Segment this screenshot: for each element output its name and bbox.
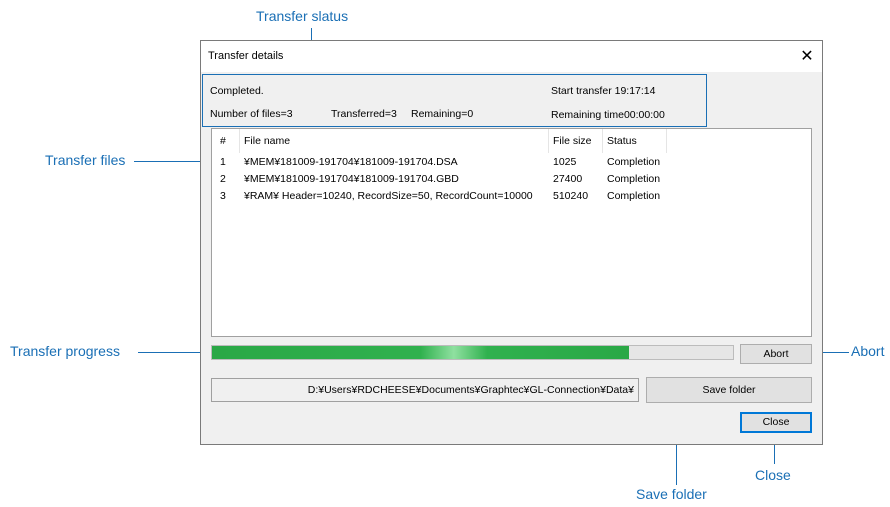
column-header-file-name[interactable]: File name <box>240 129 549 153</box>
transfer-files-list[interactable]: # File name File size Status 1 ¥MEM¥1810… <box>211 128 812 337</box>
callout-transfer-files: Transfer files <box>45 152 126 168</box>
status-number-of-files: Number of files=3 <box>210 108 293 120</box>
status-start-transfer: Start transfer 19:17:14 <box>551 85 656 97</box>
column-header-num[interactable]: # <box>216 129 240 153</box>
row-num: 1 <box>220 156 226 168</box>
save-folder-button[interactable]: Save folder <box>646 377 812 403</box>
callout-close: Close <box>755 467 791 483</box>
row-file-size: 27400 <box>553 173 583 185</box>
title-bar[interactable]: Transfer details ✕ <box>201 41 822 72</box>
callout-save-folder: Save folder <box>636 486 707 502</box>
close-icon[interactable]: ✕ <box>792 41 822 72</box>
transfer-progress-bar <box>211 345 734 360</box>
progress-fill <box>212 346 629 359</box>
row-file-name: ¥MEM¥181009-191704¥181009-191704.GBD <box>244 173 459 185</box>
row-file-name: ¥MEM¥181009-191704¥181009-191704.DSA <box>244 156 458 168</box>
row-status: Completion <box>607 156 661 168</box>
transfer-details-dialog: Transfer details ✕ Completed. Start tran… <box>200 40 823 445</box>
callout-abort: Abort <box>851 343 885 359</box>
status-remaining: Remaining=0 <box>411 108 474 120</box>
column-header-file-size[interactable]: File size <box>549 129 603 153</box>
column-header-status[interactable]: Status <box>603 129 667 153</box>
save-path-field: D:¥Users¥RDCHEESE¥Documents¥Graphtec¥GL-… <box>211 378 639 402</box>
status-transferred: Transferred=3 <box>331 108 397 120</box>
table-row[interactable]: 1 ¥MEM¥181009-191704¥181009-191704.DSA 1… <box>212 154 811 171</box>
abort-button[interactable]: Abort <box>740 344 812 364</box>
callout-transfer-status: Transfer slatus <box>256 8 349 24</box>
row-file-size: 510240 <box>553 190 589 202</box>
table-row[interactable]: 2 ¥MEM¥181009-191704¥181009-191704.GBD 2… <box>212 171 811 188</box>
row-num: 2 <box>220 173 226 185</box>
transfer-status-panel: Completed. Start transfer 19:17:14 Numbe… <box>202 74 707 127</box>
status-state: Completed. <box>210 85 264 97</box>
row-num: 3 <box>220 190 226 202</box>
status-remaining-time: Remaining time00:00:00 <box>551 109 665 121</box>
dialog-title: Transfer details <box>208 50 284 62</box>
close-button[interactable]: Close <box>740 412 812 433</box>
row-status: Completion <box>607 173 661 185</box>
callout-transfer-progress: Transfer progress <box>10 343 120 359</box>
row-file-name: ¥RAM¥ Header=10240, RecordSize=50, Recor… <box>244 190 533 202</box>
callout-line-transfer-files <box>134 161 204 162</box>
file-list-header: # File name File size Status <box>212 129 811 153</box>
row-status: Completion <box>607 190 661 202</box>
table-row[interactable]: 3 ¥RAM¥ Header=10240, RecordSize=50, Rec… <box>212 188 811 205</box>
row-file-size: 1025 <box>553 156 577 168</box>
